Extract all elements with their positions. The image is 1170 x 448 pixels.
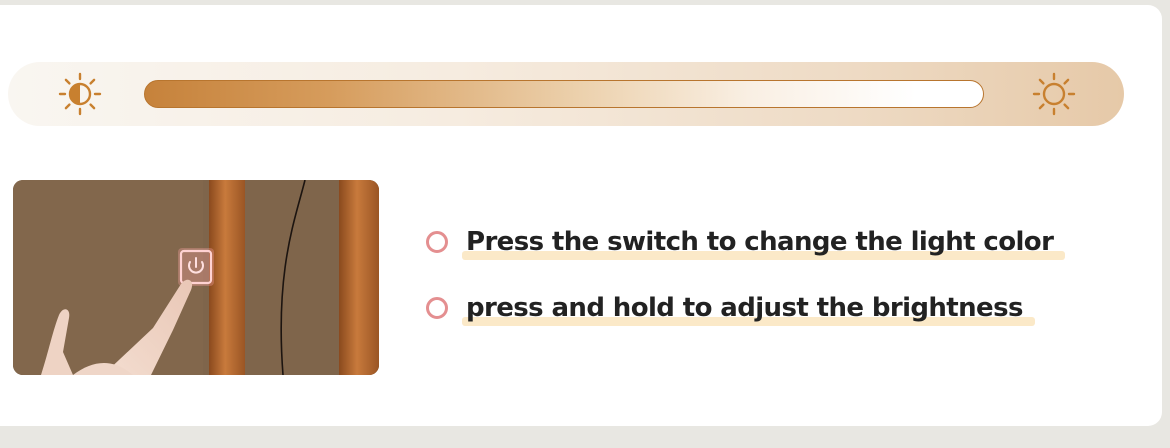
ring-bullet-icon bbox=[426, 231, 448, 253]
lamp-post-left bbox=[209, 180, 245, 375]
sun-half-icon bbox=[58, 72, 102, 116]
lamp-post-right bbox=[339, 180, 379, 375]
brightness-slider[interactable] bbox=[144, 80, 984, 108]
lamp-touch-photo bbox=[13, 180, 379, 375]
power-icon[interactable] bbox=[178, 248, 214, 286]
instruction-text: Press the switch to change the light col… bbox=[466, 227, 1054, 257]
sun-outline-icon bbox=[1032, 72, 1076, 116]
ring-bullet-icon bbox=[426, 297, 448, 319]
instruction-text: press and hold to adjust the brightness bbox=[466, 293, 1023, 323]
